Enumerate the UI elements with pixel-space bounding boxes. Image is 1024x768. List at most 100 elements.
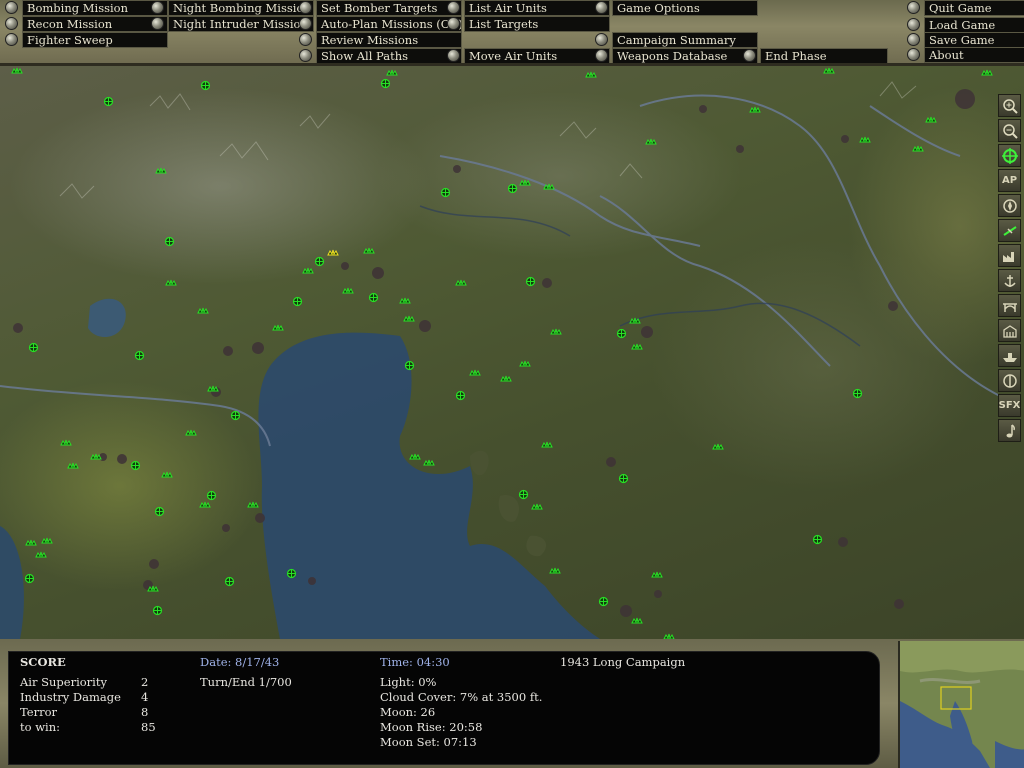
airfield-icon[interactable]: [998, 219, 1021, 242]
flak-icon[interactable]: [998, 369, 1021, 392]
recon-mission-button[interactable]: Recon Mission: [2, 15, 168, 32]
air-unit-icon[interactable]: [199, 501, 211, 509]
air-unit-icon[interactable]: [531, 503, 543, 511]
minimap[interactable]: [898, 641, 1024, 768]
airfield-target-icon[interactable]: [618, 473, 629, 484]
airfield-target-icon[interactable]: [616, 328, 627, 339]
campaign-map[interactable]: [0, 66, 1024, 639]
air-unit-icon[interactable]: [155, 167, 167, 175]
air-unit-icon[interactable]: [712, 443, 724, 451]
air-unit-icon[interactable]: [247, 501, 259, 509]
airfield-target-icon[interactable]: [440, 187, 451, 198]
load-game-button[interactable]: Load Game: [904, 16, 1024, 33]
air-unit-icon[interactable]: [981, 69, 993, 77]
auto-plan-missions-button[interactable]: Auto-Plan Missions (Off): [296, 15, 462, 32]
airfield-target-icon[interactable]: [368, 292, 379, 303]
airfield-target-icon[interactable]: [130, 460, 141, 471]
about-button[interactable]: About: [904, 46, 1024, 63]
zoom-in-icon[interactable]: [998, 94, 1021, 117]
air-unit-icon[interactable]: [631, 343, 643, 351]
airfield-target-icon[interactable]: [134, 350, 145, 361]
airfield-target-icon[interactable]: [525, 276, 536, 287]
campaign-summary-button[interactable]: Campaign Summary: [592, 31, 758, 48]
air-unit-icon[interactable]: [207, 385, 219, 393]
airfield-target-icon[interactable]: [206, 490, 217, 501]
bombing-mission-button[interactable]: Bombing Mission: [2, 0, 168, 16]
air-unit-icon[interactable]: [67, 462, 79, 470]
airfield-target-icon[interactable]: [404, 360, 415, 371]
air-unit-icon[interactable]: [549, 567, 561, 575]
move-air-units-button[interactable]: Move Air Units: [444, 47, 610, 64]
airfield-target-icon[interactable]: [164, 236, 175, 247]
air-unit-icon[interactable]: [519, 179, 531, 187]
show-all-paths-button[interactable]: Show All Paths: [296, 47, 462, 64]
air-unit-icon[interactable]: [912, 145, 924, 153]
sfx-icon[interactable]: SFX: [998, 394, 1021, 417]
air-unit-icon[interactable]: [342, 287, 354, 295]
air-unit-icon[interactable]: [25, 539, 37, 547]
airfield-target-icon[interactable]: [380, 78, 391, 89]
save-game-button[interactable]: Save Game: [904, 31, 1024, 48]
airfield-target-icon[interactable]: [852, 388, 863, 399]
airfield-target-icon[interactable]: [230, 410, 241, 421]
factory-icon[interactable]: [998, 244, 1021, 267]
air-unit-icon[interactable]: [11, 67, 23, 75]
air-unit-icon[interactable]: [925, 116, 937, 124]
air-unit-icon[interactable]: [651, 571, 663, 579]
air-unit-icon[interactable]: [541, 441, 553, 449]
zoom-out-icon[interactable]: [998, 119, 1021, 142]
bridge-icon[interactable]: [998, 294, 1021, 317]
air-unit-icon[interactable]: [631, 617, 643, 625]
air-unit-icon[interactable]: [41, 537, 53, 545]
air-unit-icon[interactable]: [363, 247, 375, 255]
music-icon[interactable]: [998, 419, 1021, 442]
air-unit-icon[interactable]: [469, 369, 481, 377]
airfield-target-icon[interactable]: [200, 80, 211, 91]
air-unit-icon[interactable]: [645, 138, 657, 146]
air-unit-icon[interactable]: [409, 453, 421, 461]
airfield-target-icon[interactable]: [598, 596, 609, 607]
weapons-database-button[interactable]: Weapons Database: [592, 47, 758, 64]
airfield-target-icon[interactable]: [518, 489, 529, 500]
ap-icon[interactable]: AP: [998, 169, 1021, 192]
night-bombing-mission-button[interactable]: Night Bombing Mission: [148, 0, 314, 16]
airfield-target-icon[interactable]: [154, 506, 165, 517]
ship-icon[interactable]: [998, 344, 1021, 367]
set-bomber-targets-button[interactable]: Set Bomber Targets: [296, 0, 462, 16]
air-unit-icon[interactable]: [543, 183, 555, 191]
air-unit-icon[interactable]: [500, 375, 512, 383]
air-unit-icon[interactable]: [165, 279, 177, 287]
air-unit-icon[interactable]: [629, 317, 641, 325]
air-unit-icon[interactable]: [859, 136, 871, 144]
air-unit-icon[interactable]: [185, 429, 197, 437]
selected-air-unit-icon[interactable]: [327, 249, 339, 257]
air-unit-icon[interactable]: [60, 439, 72, 447]
airfield-target-icon[interactable]: [103, 96, 114, 107]
night-intruder-mission-button[interactable]: Night Intruder Mission: [148, 15, 314, 32]
airfield-target-icon[interactable]: [152, 605, 163, 616]
end-phase-button[interactable]: End Phase: [740, 47, 888, 64]
airfield-target-icon[interactable]: [286, 568, 297, 579]
air-unit-icon[interactable]: [399, 297, 411, 305]
list-targets-button[interactable]: List Targets: [444, 15, 610, 32]
airfield-target-icon[interactable]: [292, 296, 303, 307]
compass-icon[interactable]: [998, 194, 1021, 217]
air-unit-icon[interactable]: [197, 307, 209, 315]
review-missions-button[interactable]: Review Missions: [296, 31, 462, 48]
quit-game-button[interactable]: Quit Game: [904, 0, 1024, 16]
air-unit-icon[interactable]: [749, 106, 761, 114]
air-unit-icon[interactable]: [550, 328, 562, 336]
air-unit-icon[interactable]: [519, 360, 531, 368]
airfield-target-icon[interactable]: [24, 573, 35, 584]
air-unit-icon[interactable]: [272, 324, 284, 332]
game-options-button[interactable]: Game Options: [592, 0, 758, 16]
air-unit-icon[interactable]: [403, 315, 415, 323]
airfield-target-icon[interactable]: [507, 183, 518, 194]
airfield-target-icon[interactable]: [224, 576, 235, 587]
fighter-sweep-button[interactable]: Fighter Sweep: [2, 31, 168, 48]
air-unit-icon[interactable]: [455, 279, 467, 287]
air-unit-icon[interactable]: [585, 71, 597, 79]
airfield-target-icon[interactable]: [314, 256, 325, 267]
city-icon[interactable]: [998, 319, 1021, 342]
airfield-target-icon[interactable]: [812, 534, 823, 545]
